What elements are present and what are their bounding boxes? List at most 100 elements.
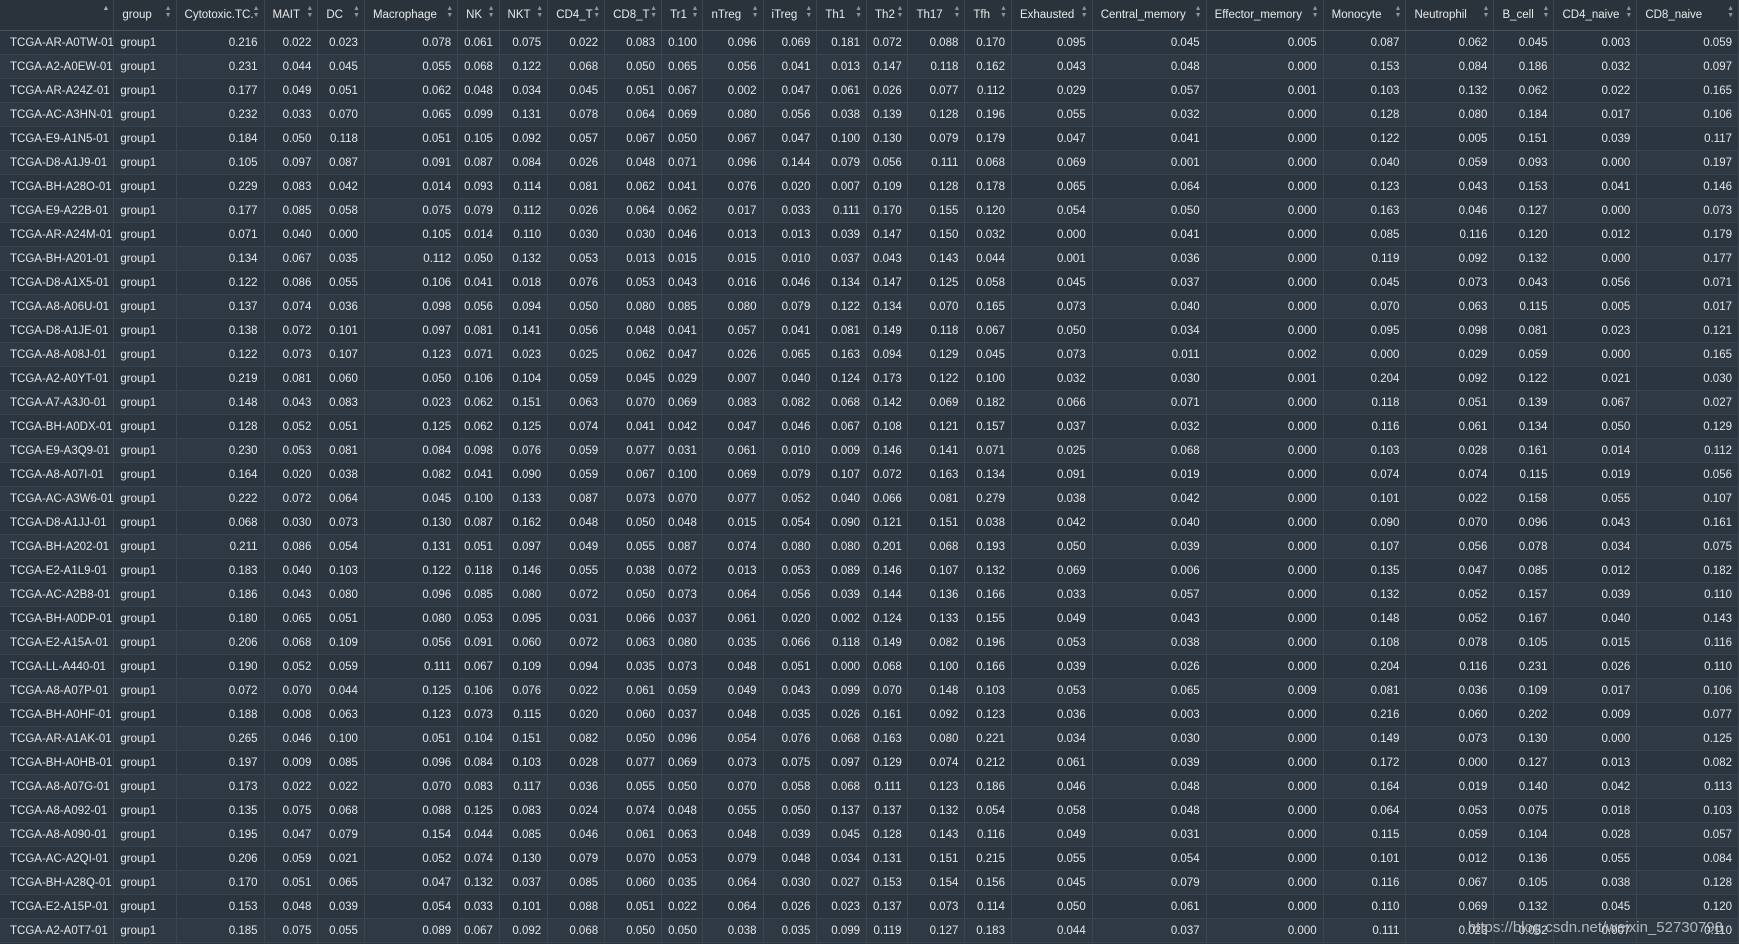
value-cell: 0.122 xyxy=(1493,366,1555,391)
value-cell: 0.081 xyxy=(1493,318,1555,343)
value-cell: 0.037 xyxy=(1092,270,1207,295)
column-header-ntreg[interactable]: nTreg ▲ ▼ xyxy=(702,0,764,31)
value-cell: 0.067 xyxy=(1405,870,1495,895)
sort-icon[interactable]: ▲ ▼ xyxy=(165,5,172,19)
column-header-nk[interactable]: NK ▲ ▼ xyxy=(457,0,500,31)
value-cell: 0.040 xyxy=(816,486,868,511)
value-cell: 0.081 xyxy=(317,438,365,463)
column-header-tr1[interactable]: Tr1 ▲ ▼ xyxy=(661,0,704,31)
sort-icon[interactable]: ▲ ▼ xyxy=(1483,5,1490,19)
column-header-cytotoxic-tc[interactable]: Cytotoxic.TC. ▲ ▼ xyxy=(176,0,265,31)
value-cell: 0.095 xyxy=(1323,318,1407,343)
sort-icon[interactable]: ▲ ▼ xyxy=(446,5,453,19)
sort-icon[interactable]: ▲ ▼ xyxy=(1081,5,1088,19)
sort-icon[interactable]: ▲ ▼ xyxy=(1312,5,1319,19)
sort-icon[interactable]: ▲ ▼ xyxy=(593,5,600,19)
value-cell: 0.032 xyxy=(1553,54,1638,79)
value-cell: 0.000 xyxy=(1206,318,1324,343)
column-header-rownames[interactable]: ▲ xyxy=(0,0,115,31)
value-cell: 0.134 xyxy=(176,246,265,271)
sort-icon[interactable]: ▲ ▼ xyxy=(353,5,360,19)
column-header-b-cell[interactable]: B_cell ▲ ▼ xyxy=(1493,0,1555,31)
column-header-monocyte[interactable]: Monocyte ▲ ▼ xyxy=(1323,0,1407,31)
value-cell: 0.056 xyxy=(763,582,818,607)
column-header-neutrophil[interactable]: Neutrophil ▲ ▼ xyxy=(1405,0,1495,31)
value-cell: 0.107 xyxy=(816,462,868,487)
sort-icon[interactable]: ▲ ▼ xyxy=(953,5,960,19)
sort-icon[interactable]: ▲ ▼ xyxy=(855,5,862,19)
value-cell: 0.091 xyxy=(364,150,459,175)
value-cell: 0.067 xyxy=(661,78,704,103)
column-header-dc[interactable]: DC ▲ ▼ xyxy=(317,0,365,31)
value-cell: 0.043 xyxy=(1011,54,1093,79)
column-header-central-memory[interactable]: Central_memory ▲ ▼ xyxy=(1092,0,1207,31)
sort-icon[interactable]: ▲ ▼ xyxy=(897,5,904,19)
table-row: TCGA-A7-A3J0-01 group1 0.148 0.043 0.083 0.02… xyxy=(0,390,1739,415)
value-cell: 0.079 xyxy=(1092,870,1207,895)
value-cell: 0.000 xyxy=(1206,270,1324,295)
column-header-group[interactable]: group ▲ ▼ xyxy=(113,0,177,31)
value-cell: 0.043 xyxy=(1405,174,1495,199)
value-cell: 0.184 xyxy=(176,126,265,151)
value-cell: 0.061 xyxy=(816,78,868,103)
sort-icon[interactable]: ▲ ▼ xyxy=(692,5,699,19)
sort-icon[interactable]: ▲ ▼ xyxy=(1543,5,1550,19)
sort-icon[interactable]: ▲ ▼ xyxy=(1000,5,1007,19)
column-header-macrophage[interactable]: Macrophage ▲ ▼ xyxy=(364,0,459,31)
value-cell: 0.030 xyxy=(1092,726,1207,751)
column-header-cd4-t[interactable]: CD4_T ▲ ▼ xyxy=(547,0,606,31)
value-cell: 0.097 xyxy=(264,150,319,175)
column-header-cd4-naive[interactable]: CD4_naive ▲ ▼ xyxy=(1553,0,1638,31)
column-header-th1[interactable]: Th1 ▲ ▼ xyxy=(816,0,868,31)
value-cell: 0.052 xyxy=(763,486,818,511)
value-cell: 0.164 xyxy=(1323,774,1407,799)
value-cell: 0.166 xyxy=(964,582,1012,607)
column-header-nkt[interactable]: NKT ▲ ▼ xyxy=(499,0,549,31)
sort-icon[interactable]: ▲ ▼ xyxy=(805,5,812,19)
sort-icon[interactable]: ▲ ▼ xyxy=(306,5,313,19)
sort-icon[interactable]: ▲ ▼ xyxy=(1195,5,1202,19)
column-header-cd8-t[interactable]: CD8_T ▲ ▼ xyxy=(604,0,663,31)
group-cell: group1 xyxy=(113,30,177,55)
sort-icon[interactable]: ▲ ▼ xyxy=(253,5,260,19)
column-header-th2[interactable]: Th2 ▲ ▼ xyxy=(866,0,909,31)
sort-icon[interactable]: ▲ ▼ xyxy=(752,5,759,19)
sort-icon[interactable]: ▲ xyxy=(102,5,109,12)
value-cell: 0.151 xyxy=(907,846,966,871)
value-cell: 0.034 xyxy=(1553,534,1638,559)
sort-icon[interactable]: ▲ ▼ xyxy=(1395,5,1402,19)
value-cell: 0.016 xyxy=(702,270,764,295)
value-cell: 0.090 xyxy=(816,510,868,535)
value-cell: 0.048 xyxy=(702,654,764,679)
row-name-cell: TCGA-A8-A092-01 xyxy=(0,798,115,823)
sort-icon[interactable]: ▲ ▼ xyxy=(536,5,543,19)
sort-icon[interactable]: ▲ ▼ xyxy=(488,5,495,19)
row-name-cell: TCGA-AC-A3W6-01 xyxy=(0,486,115,511)
column-header-cd8-naive[interactable]: CD8_naive ▲ ▼ xyxy=(1636,0,1739,31)
sort-icon[interactable]: ▲ ▼ xyxy=(1625,5,1632,19)
value-cell: 0.006 xyxy=(1092,558,1207,583)
value-cell: 0.074 xyxy=(604,798,663,823)
value-cell: 0.101 xyxy=(1323,486,1407,511)
value-cell: 0.030 xyxy=(604,222,663,247)
sort-icon[interactable]: ▲ ▼ xyxy=(1727,5,1734,19)
column-header-th17[interactable]: Th17 ▲ ▼ xyxy=(907,0,966,31)
sort-icon[interactable]: ▲ ▼ xyxy=(650,5,657,19)
value-cell: 0.077 xyxy=(907,78,966,103)
column-header-tfh[interactable]: Tfh ▲ ▼ xyxy=(964,0,1012,31)
value-cell: 0.132 xyxy=(907,798,966,823)
value-cell: 0.085 xyxy=(499,822,549,847)
value-cell: 0.022 xyxy=(264,30,319,55)
value-cell: 0.079 xyxy=(457,198,500,223)
column-header-itreg[interactable]: iTreg ▲ ▼ xyxy=(763,0,818,31)
column-header-effector-memory[interactable]: Effector_memory ▲ ▼ xyxy=(1206,0,1324,31)
value-cell: 0.014 xyxy=(1553,438,1638,463)
value-cell: 0.072 xyxy=(547,582,606,607)
value-cell: 0.116 xyxy=(964,822,1012,847)
value-cell: 0.040 xyxy=(264,558,319,583)
value-cell: 0.085 xyxy=(457,582,500,607)
value-cell: 0.043 xyxy=(661,270,704,295)
column-header-exhausted[interactable]: Exhausted ▲ ▼ xyxy=(1011,0,1093,31)
column-header-mait[interactable]: MAIT ▲ ▼ xyxy=(264,0,319,31)
value-cell: 0.052 xyxy=(264,654,319,679)
